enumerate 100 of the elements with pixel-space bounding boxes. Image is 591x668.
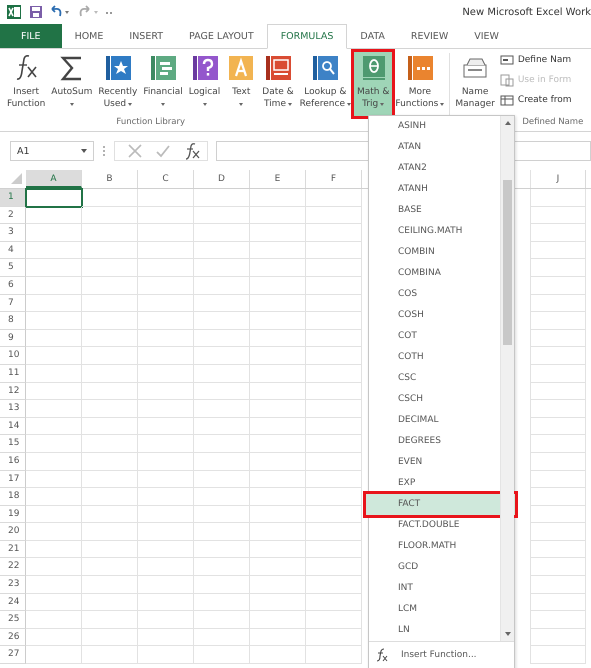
row-header[interactable]: 8 bbox=[0, 312, 26, 330]
grid-cell[interactable] bbox=[250, 276, 306, 295]
grid-cell[interactable] bbox=[194, 452, 250, 470]
grid-cell[interactable] bbox=[26, 400, 82, 418]
grid-cell[interactable] bbox=[306, 506, 362, 524]
menu-item[interactable]: COSH bbox=[372, 305, 497, 326]
grid-cell[interactable] bbox=[82, 594, 138, 612]
ribbon-tab[interactable]: PAGE LAYOUT bbox=[176, 24, 267, 48]
row-header[interactable]: 7 bbox=[0, 294, 26, 312]
grid-cell[interactable] bbox=[26, 418, 82, 436]
grid-cell[interactable] bbox=[250, 382, 306, 400]
menu-item[interactable]: DEGREES bbox=[372, 431, 497, 452]
active-cell[interactable] bbox=[26, 189, 82, 207]
grid-cell[interactable] bbox=[82, 224, 138, 242]
drag-handle-icon[interactable] bbox=[102, 145, 106, 157]
grid-cell[interactable] bbox=[194, 276, 250, 295]
scroll-thumb[interactable] bbox=[503, 180, 512, 345]
grid-cell[interactable] bbox=[82, 189, 138, 207]
grid-cell[interactable] bbox=[250, 400, 306, 418]
grid-cell[interactable] bbox=[530, 435, 586, 453]
grid-cell[interactable] bbox=[530, 259, 586, 277]
check-icon[interactable] bbox=[155, 143, 171, 159]
grid-cell[interactable] bbox=[530, 312, 586, 330]
grid-cell[interactable] bbox=[250, 646, 306, 664]
grid-cell[interactable] bbox=[250, 540, 306, 558]
menu-item[interactable]: DECIMAL bbox=[372, 410, 497, 431]
menu-item[interactable]: ATAN2 bbox=[372, 158, 497, 179]
grid-cell[interactable] bbox=[82, 418, 138, 436]
row-header[interactable]: 1 bbox=[0, 189, 26, 207]
column-header[interactable]: B bbox=[82, 170, 138, 188]
grid-cell[interactable] bbox=[250, 523, 306, 541]
grid-cell[interactable] bbox=[250, 242, 306, 260]
grid-cell[interactable] bbox=[138, 312, 194, 330]
scrollbar[interactable] bbox=[500, 116, 514, 641]
grid-cell[interactable] bbox=[82, 400, 138, 418]
row-header[interactable]: 2 bbox=[0, 206, 26, 224]
grid-cell[interactable] bbox=[138, 452, 194, 470]
ribbon-command[interactable]: Define Nam bbox=[500, 52, 572, 67]
row-header[interactable]: 21 bbox=[0, 540, 26, 558]
grid-cell[interactable] bbox=[306, 242, 362, 260]
row-header[interactable]: 11 bbox=[0, 364, 26, 383]
row-header[interactable]: 16 bbox=[0, 452, 26, 470]
menu-item[interactable]: ATAN bbox=[372, 137, 497, 158]
grid-cell[interactable] bbox=[530, 206, 586, 224]
grid-cell[interactable] bbox=[138, 347, 194, 365]
grid-cell[interactable] bbox=[138, 576, 194, 594]
grid-cell[interactable] bbox=[530, 224, 586, 242]
ribbon-tab[interactable]: INSERT bbox=[116, 24, 176, 48]
grid-cell[interactable] bbox=[26, 506, 82, 524]
grid-cell[interactable] bbox=[306, 382, 362, 400]
grid-cell[interactable] bbox=[26, 330, 82, 348]
row-header[interactable]: 15 bbox=[0, 435, 26, 453]
ribbon-button[interactable]: Insert Function bbox=[4, 52, 48, 116]
grid-cell[interactable] bbox=[530, 540, 586, 558]
redo-icon[interactable] bbox=[79, 5, 101, 19]
menu-item[interactable]: LN bbox=[372, 620, 497, 641]
grid-cell[interactable] bbox=[194, 594, 250, 612]
grid-cell[interactable] bbox=[138, 506, 194, 524]
menu-item[interactable]: EXP bbox=[372, 473, 497, 494]
file-tab[interactable]: FILE bbox=[0, 24, 62, 48]
grid-cell[interactable] bbox=[194, 330, 250, 348]
grid-cell[interactable] bbox=[26, 540, 82, 558]
grid-cell[interactable] bbox=[26, 382, 82, 400]
grid-cell[interactable] bbox=[306, 364, 362, 383]
grid-cell[interactable] bbox=[26, 435, 82, 453]
insert-function-item[interactable]: Insert Function... bbox=[369, 641, 514, 668]
grid-cell[interactable] bbox=[82, 611, 138, 629]
grid-cell[interactable] bbox=[530, 611, 586, 629]
ribbon-tab[interactable]: DATA bbox=[347, 24, 398, 48]
grid-cell[interactable] bbox=[26, 628, 82, 646]
grid-cell[interactable] bbox=[26, 452, 82, 470]
menu-item[interactable]: CEILING.MATH bbox=[372, 221, 497, 242]
grid-cell[interactable] bbox=[82, 347, 138, 365]
row-header[interactable]: 26 bbox=[0, 628, 26, 646]
grid-cell[interactable] bbox=[138, 488, 194, 506]
grid-cell[interactable] bbox=[530, 488, 586, 506]
grid-cell[interactable] bbox=[138, 189, 194, 207]
grid-cell[interactable] bbox=[194, 506, 250, 524]
grid-cell[interactable] bbox=[82, 523, 138, 541]
ribbon-button[interactable]: Math & Trig bbox=[354, 52, 392, 116]
grid-cell[interactable] bbox=[250, 506, 306, 524]
grid-cell[interactable] bbox=[306, 628, 362, 646]
grid-cell[interactable] bbox=[306, 452, 362, 470]
menu-item[interactable]: FLOOR.MATH bbox=[372, 536, 497, 557]
grid-cell[interactable] bbox=[306, 488, 362, 506]
grid-cell[interactable] bbox=[250, 576, 306, 594]
menu-item[interactable]: ATANH bbox=[372, 179, 497, 200]
grid-cell[interactable] bbox=[194, 400, 250, 418]
grid-cell[interactable] bbox=[306, 224, 362, 242]
grid-cell[interactable] bbox=[194, 558, 250, 576]
row-header[interactable]: 17 bbox=[0, 470, 26, 488]
grid-cell[interactable] bbox=[306, 540, 362, 558]
grid-cell[interactable] bbox=[194, 189, 250, 207]
grid-cell[interactable] bbox=[194, 312, 250, 330]
grid-cell[interactable] bbox=[26, 558, 82, 576]
grid-cell[interactable] bbox=[194, 294, 250, 312]
row-header[interactable]: 12 bbox=[0, 382, 26, 400]
column-header[interactable]: J bbox=[530, 170, 586, 188]
select-all-corner-icon[interactable] bbox=[11, 173, 23, 185]
grid-cell[interactable] bbox=[194, 488, 250, 506]
